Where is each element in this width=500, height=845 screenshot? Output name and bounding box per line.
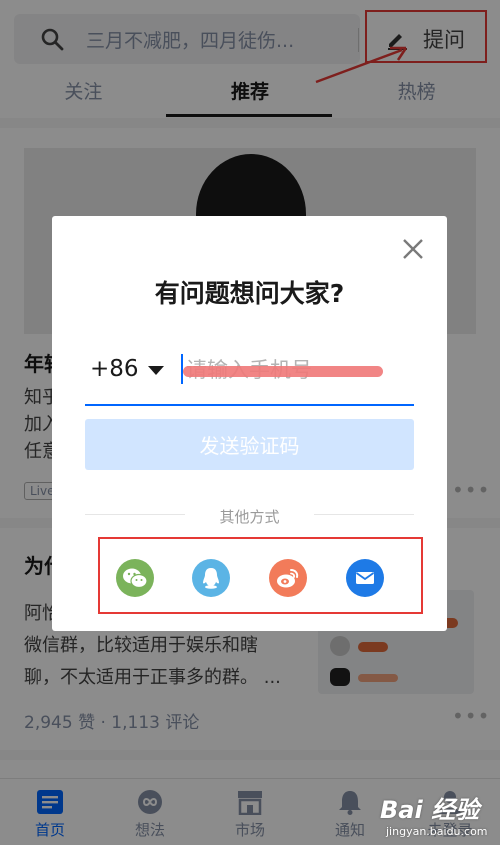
country-code-selector[interactable]: +86 (90, 356, 139, 382)
email-icon (355, 572, 375, 584)
other-methods-label: 其他方式 (219, 508, 280, 526)
ask-login-dialog: 有问题想问大家? +86 发送验证码 其他方式 (52, 216, 447, 631)
weibo-icon (277, 569, 299, 588)
phone-input-underline (85, 404, 414, 406)
send-verification-code-button[interactable]: 发送验证码 (85, 419, 414, 470)
wechat-login-button[interactable] (116, 559, 154, 597)
close-button[interactable] (398, 234, 428, 264)
qq-login-button[interactable] (192, 559, 230, 597)
phone-number-input[interactable] (180, 350, 414, 390)
email-login-button[interactable] (346, 559, 384, 597)
wechat-icon (123, 568, 148, 589)
chevron-down-icon[interactable] (148, 366, 164, 375)
close-icon (403, 239, 423, 259)
dialog-title: 有问题想问大家? (154, 279, 345, 308)
qq-icon (203, 568, 219, 589)
weibo-login-button[interactable] (269, 559, 307, 597)
text-cursor (181, 354, 183, 384)
